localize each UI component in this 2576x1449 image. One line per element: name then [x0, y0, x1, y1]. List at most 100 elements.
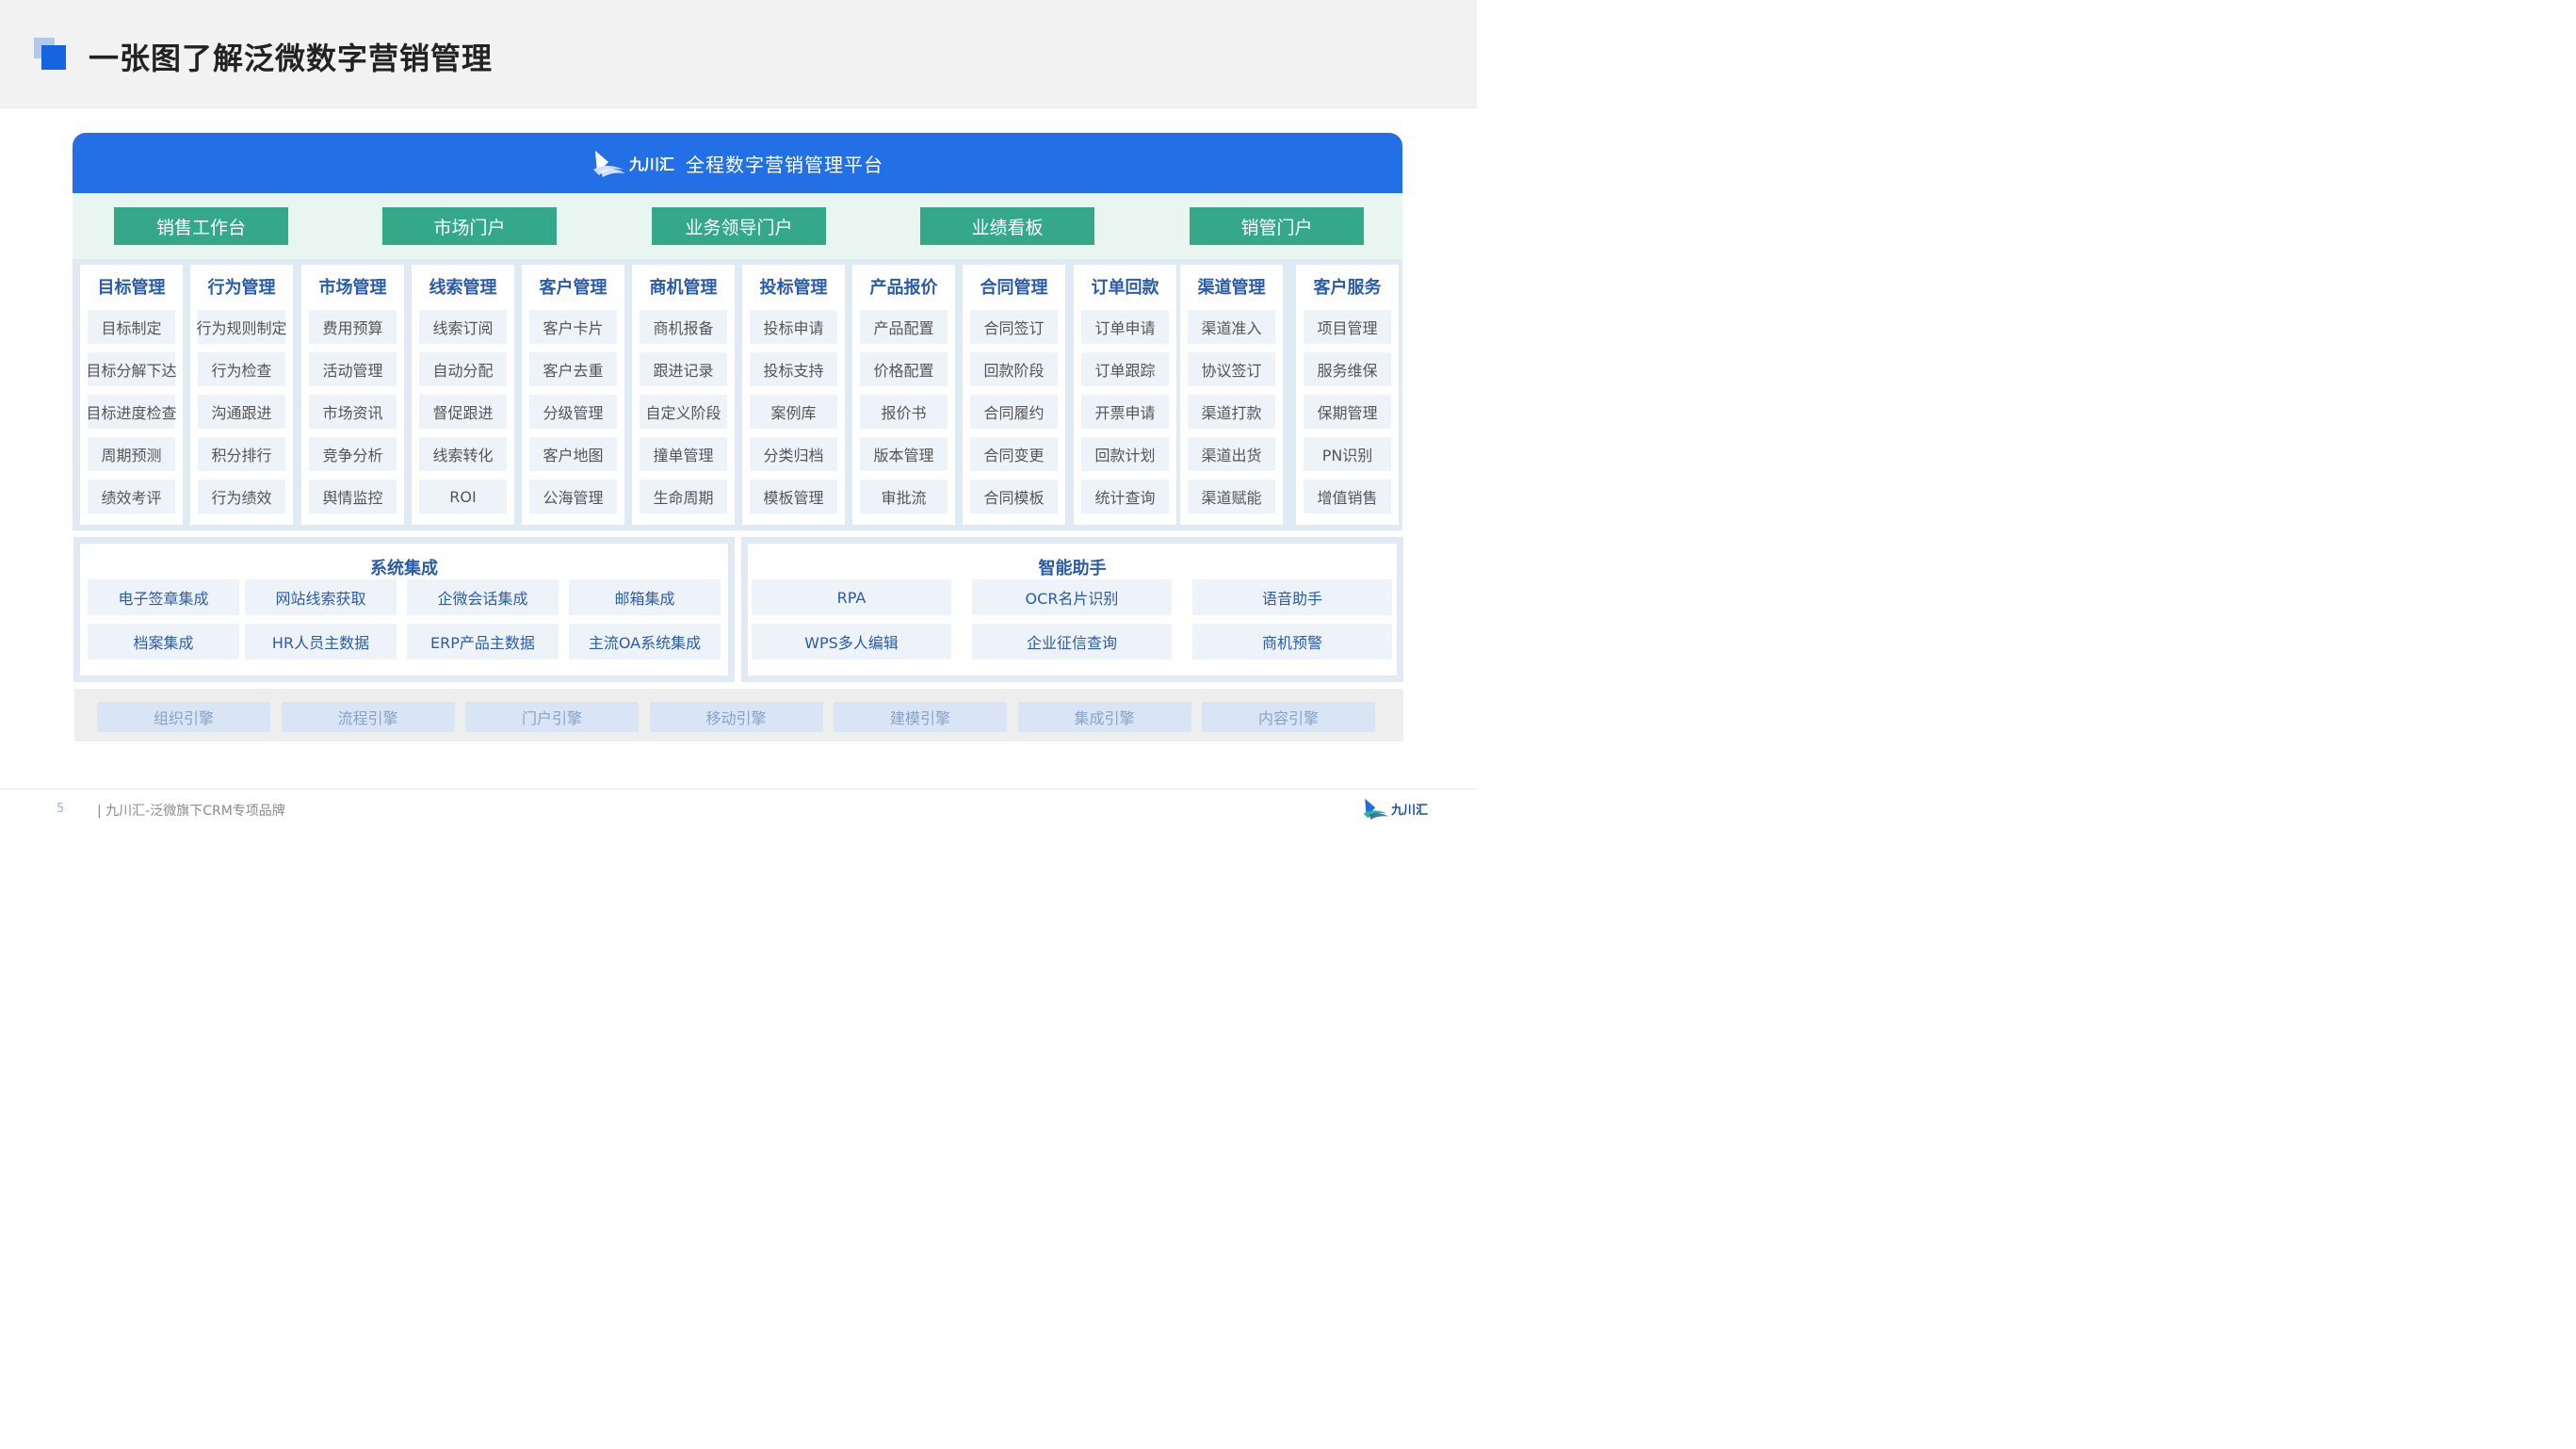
- module-item: 生命周期: [640, 480, 727, 513]
- page-number: 5: [57, 802, 65, 816]
- module-title: 订单回款: [1091, 278, 1159, 298]
- module-item: 协议签订: [1188, 352, 1275, 386]
- assistant-item: 企业征信查询: [972, 624, 1172, 659]
- module-item: 目标分解下达: [87, 352, 177, 386]
- module-title: 线索管理: [429, 278, 497, 298]
- module-title: 产品报价: [869, 278, 938, 298]
- assistant-item: 商机预警: [1192, 624, 1392, 659]
- engine-item: 内容引擎: [1202, 702, 1375, 732]
- integration-item: 网站线索获取: [245, 579, 397, 615]
- module-item: 项目管理: [1304, 310, 1391, 344]
- module-item: 客户卡片: [529, 310, 617, 344]
- module-item: 市场资讯: [309, 395, 397, 429]
- module-column: 投标管理 投标申请 投标支持 案例库 分类归档 模板管理: [742, 265, 845, 525]
- footer-wave-icon: [1363, 798, 1389, 820]
- module-item: 合同履约: [970, 395, 1058, 429]
- module-title: 客户管理: [539, 278, 608, 298]
- module-item: 回款计划: [1081, 437, 1169, 471]
- module-item: 价格配置: [860, 352, 948, 386]
- integration-item: 主流OA系统集成: [569, 624, 721, 659]
- system-integration-panel: 系统集成 电子签章集成 网站线索获取 企微会话集成 邮箱集成 档案集成 HR人员主数据 ER…: [73, 537, 735, 682]
- page-header: 一张图了解泛微数字营销管理: [0, 0, 1477, 108]
- module-grid: 目标管理 目标制定 目标分解下达 目标进度检查 周期预测 绩效考评 行为管理 行为规则制定 行为…: [73, 259, 1402, 530]
- module-item: 沟通跟进: [198, 395, 285, 429]
- module-title: 渠道管理: [1197, 278, 1266, 298]
- engine-item: 建模引擎: [834, 702, 1007, 732]
- module-column: 订单回款 订单申请 订单跟踪 开票申请 回款计划 统计查询: [1074, 265, 1176, 525]
- module-item: 绩效考评: [88, 480, 175, 513]
- module-item: 审批流: [860, 480, 948, 513]
- module-item: 案例库: [750, 395, 837, 429]
- module-column: 行为管理 行为规则制定 行为检查 沟通跟进 积分排行 行为绩效: [190, 265, 293, 525]
- platform-title: 全程数字营销管理平台: [686, 153, 883, 176]
- module-item: 督促跟进: [419, 395, 507, 429]
- module-item: 线索订阅: [419, 310, 507, 344]
- assistant-item: WPS多人编辑: [752, 624, 951, 659]
- module-item: 分类归档: [750, 437, 837, 471]
- portal-button: 销管门户: [1190, 207, 1364, 245]
- module-item: 报价书: [860, 395, 948, 429]
- assistant-item: 语音助手: [1192, 579, 1392, 615]
- module-item: 线索转化: [419, 437, 507, 471]
- engine-item: 流程引擎: [281, 702, 455, 732]
- footer-divider: [0, 789, 1477, 790]
- module-item: 行为检查: [198, 352, 285, 386]
- module-item: 投标支持: [750, 352, 837, 386]
- module-item: 积分排行: [198, 437, 285, 471]
- module-item: 合同模板: [970, 480, 1058, 513]
- module-item: PN识别: [1304, 437, 1391, 471]
- module-item: 分级管理: [529, 395, 617, 429]
- engine-row: 组织引擎 流程引擎 门户引擎 移动引擎 建模引擎 集成引擎 内容引擎: [74, 689, 1403, 741]
- module-item: 合同签订: [970, 310, 1058, 344]
- module-item: 跟进记录: [640, 352, 727, 386]
- integration-item: HR人员主数据: [245, 624, 397, 659]
- module-item: 行为规则制定: [197, 310, 287, 344]
- module-item: 客户去重: [529, 352, 617, 386]
- module-title: 合同管理: [980, 278, 1048, 298]
- assistant-item: OCR名片识别: [972, 579, 1172, 615]
- module-item: 目标进度检查: [87, 395, 177, 429]
- page-title: 一张图了解泛微数字营销管理: [89, 41, 494, 76]
- module-column: 目标管理 目标制定 目标分解下达 目标进度检查 周期预测 绩效考评: [80, 265, 183, 525]
- integration-item: 电子签章集成: [88, 579, 239, 615]
- module-column: 线索管理 线索订阅 自动分配 督促跟进 线索转化 ROI: [412, 265, 514, 525]
- brand-wave-icon: [592, 151, 625, 177]
- smart-assistant-panel: 智能助手 RPA OCR名片识别 语音助手 WPS多人编辑 企业征信查询 商机预警: [741, 537, 1403, 682]
- module-title: 客户服务: [1313, 278, 1382, 298]
- module-item: 保期管理: [1304, 395, 1391, 429]
- integration-item: 企微会话集成: [407, 579, 559, 615]
- module-item: 渠道赋能: [1188, 480, 1275, 513]
- footer-brand: 九川汇: [1391, 803, 1429, 818]
- module-item: 合同变更: [970, 437, 1058, 471]
- module-item: 回款阶段: [970, 352, 1058, 386]
- module-column: 市场管理 费用预算 活动管理 市场资讯 竞争分析 舆情监控: [301, 265, 404, 525]
- module-item: 服务维保: [1304, 352, 1391, 386]
- module-item: 撞单管理: [640, 437, 727, 471]
- module-item: 客户地图: [529, 437, 617, 471]
- module-item: 行为绩效: [198, 480, 285, 513]
- module-item: 公海管理: [529, 480, 617, 513]
- module-item: ROI: [419, 480, 507, 513]
- engine-item: 门户引擎: [465, 702, 639, 732]
- module-title: 商机管理: [649, 278, 718, 298]
- module-item: 增值销售: [1304, 480, 1391, 513]
- module-column: 商机管理 商机报备 跟进记录 自定义阶段 撞单管理 生命周期: [632, 265, 735, 525]
- module-item: 周期预测: [88, 437, 175, 471]
- system-integration-title: 系统集成: [370, 559, 438, 578]
- integration-item: 邮箱集成: [569, 579, 721, 615]
- module-item: 订单跟踪: [1081, 352, 1169, 386]
- portal-button: 业务领导门户: [652, 207, 826, 245]
- module-column: 客户服务项目管理服务维保保期管理 PN识别增值销售: [1296, 265, 1399, 525]
- module-item: 竞争分析: [309, 437, 397, 471]
- brand-logo: 九川汇: [591, 149, 674, 177]
- module-item: 渠道出货: [1188, 437, 1275, 471]
- module-item: 投标申请: [750, 310, 837, 344]
- module-item: 目标制定: [88, 310, 175, 344]
- module-item: 订单申请: [1081, 310, 1169, 344]
- module-column: 客户管理客户卡片客户去重分级管理客户地图公海管理: [522, 265, 624, 525]
- portal-row: 销售工作台 市场门户 业务领导门户 业绩看板 销管门户: [73, 193, 1402, 259]
- module-title: 投标管理: [759, 278, 828, 298]
- module-item: 统计查询: [1081, 480, 1169, 513]
- module-column: 渠道管理 渠道准入 协议签订 渠道打款 渠道出货 渠道赋能: [1180, 265, 1283, 525]
- module-column: 产品报价 产品配置 价格配置 报价书 版本管理 审批流: [852, 265, 955, 525]
